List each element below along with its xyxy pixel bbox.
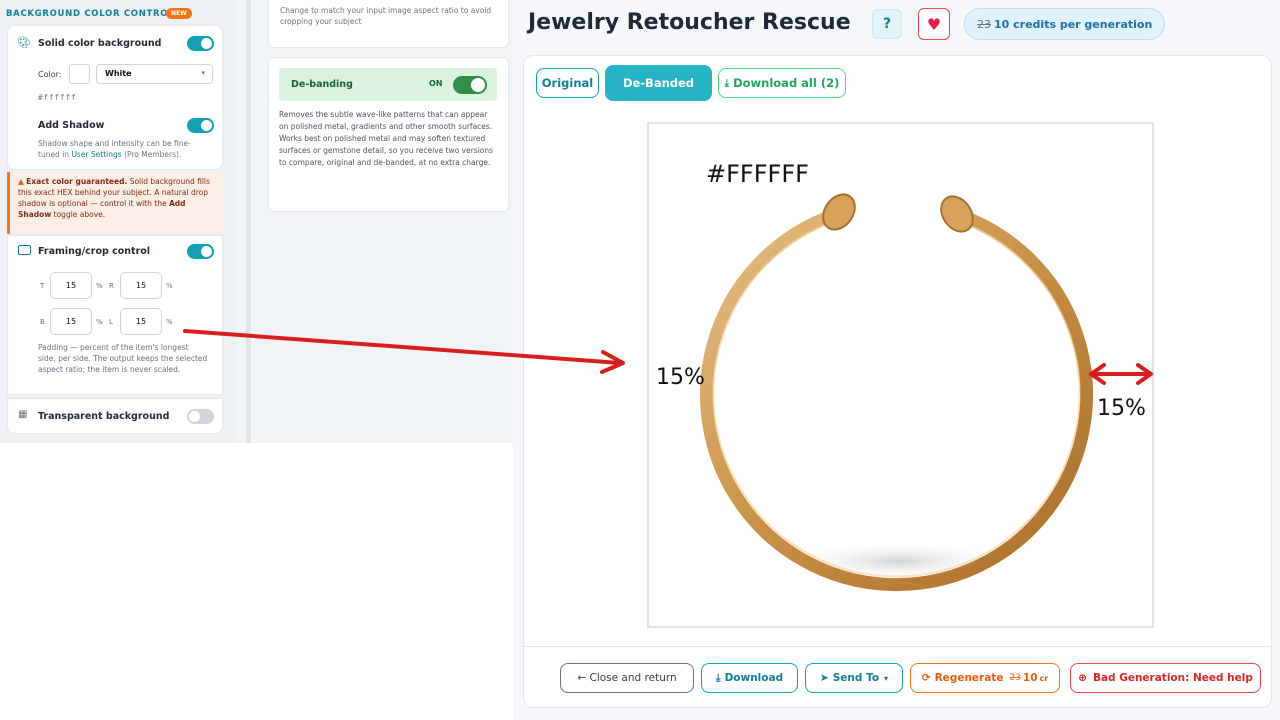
credits-old: 23 [977,17,991,31]
aspect-note: Change to match your input image aspect … [280,6,492,26]
heart-icon: ♥ [926,14,942,34]
bottom-unit: % [96,318,103,326]
shadow-desc-end: (Pro Members). [121,150,182,159]
refresh-icon: ⟳ [921,672,931,684]
download-label: Download [724,672,784,684]
palette-icon: 🎨︎ [17,36,31,49]
bottom-padding-input[interactable]: 15 [50,308,92,335]
framing-card: Framing/crop control T 15 % R 15 % B 15 … [7,235,223,395]
download-icon: ⤓ [715,671,721,684]
exact-color-warning: ▲ Exact color guaranteed. Solid backgrou… [7,172,223,234]
tab-debanded[interactable]: De-Banded [605,65,712,101]
aspect-note-card: Change to match your input image aspect … [268,0,509,48]
debanding-title: De-banding [291,79,353,90]
credits-badge: 23 10 credits per generation [964,8,1166,40]
transparent-toggle[interactable] [187,409,214,424]
hex-value: #ffffff [38,93,77,102]
grid-icon: ▦ [18,409,28,420]
framing-description: Padding — percent of the item's longest … [38,343,208,374]
send-to-label: Send To [832,672,880,684]
download-all-label: Download all (2) [733,76,840,90]
debanding-state: ON [429,79,443,88]
tab-original[interactable]: Original [536,68,599,98]
right-label: R [109,282,114,290]
left-padding-input[interactable]: 15 [120,308,162,335]
send-icon: ➤ [819,672,829,684]
add-shadow-toggle[interactable] [187,118,214,133]
debanding-card: De-banding ON Removes the subtle wave-li… [268,57,509,212]
color-select-value: White [105,69,132,78]
download-icon: ⤓ [724,77,730,89]
regen-unit: cr [1039,673,1049,683]
add-shadow-label: Add Shadow [38,120,105,131]
top-label: T [40,282,45,290]
right-padding-annotation: 15% [1097,396,1146,421]
download-button[interactable]: ⤓ Download [701,663,798,693]
warning-icon: ▲ [18,177,24,186]
transparent-label: Transparent background [38,411,170,422]
solid-color-card: 🎨︎ Solid color background Color: White ▾… [7,25,223,170]
regenerate-button[interactable]: ⟳ Regenerate 23 10 cr [910,663,1060,693]
solid-color-label: Solid color background [38,38,162,49]
lifebuoy-icon: ⊕ [1078,672,1087,684]
debanding-toggle[interactable] [453,76,487,94]
user-settings-link[interactable]: User Settings [71,150,121,159]
options-column: Change to match your input image aspect … [258,0,518,443]
close-return-button[interactable]: ← Close and return [560,663,694,693]
debanding-header: De-banding ON [279,68,497,101]
result-area: Jewelry Retoucher Rescue ? ♥ 23 10 credit… [513,0,1280,720]
color-select[interactable]: White ▾ [96,64,213,84]
shadow-description: Shadow shape and intensity can be fine- … [38,138,218,160]
left-padding-annotation: 15% [656,365,705,390]
left-label: L [109,318,113,326]
hex-annotation: #FFFFFF [706,160,809,188]
chevron-down-icon: ▾ [201,69,205,77]
shadow-desc-line-1: Shadow shape and intensity can be fine- [38,139,191,148]
ring-right-tip [940,195,974,233]
regen-new-credits: 10 [1022,672,1038,684]
bad-generation-button[interactable]: ⊕ Bad Generation: Need help [1070,663,1261,693]
bottom-label: B [40,318,45,326]
warning-strong: Exact color guaranteed. [26,177,128,186]
favorite-button[interactable]: ♥ [918,8,950,40]
result-image [647,122,1154,628]
result-panel: Original De-Banded ⤓ Download all (2) #F… [523,55,1272,708]
ring-image [700,193,1093,592]
settings-panel: BACKGROUND COLOR CONTROL NEW 🎨︎ Solid co… [0,0,236,443]
left-unit: % [166,318,173,326]
right-unit: % [166,282,173,290]
section-title: BACKGROUND COLOR CONTROL [6,9,175,19]
framing-label: Framing/crop control [38,246,151,257]
download-all-button[interactable]: ⤓ Download all (2) [718,68,846,98]
credits-text: 10 credits per generation [994,17,1153,31]
debanding-description: Removes the subtle wave-like patterns th… [279,110,494,167]
scrollbar[interactable] [246,0,251,443]
footer-divider [524,646,1271,647]
bad-generation-label: Bad Generation: Need help [1092,672,1253,684]
crop-icon [18,245,31,255]
help-button[interactable]: ? [872,9,902,39]
solid-color-toggle[interactable] [187,36,214,51]
framing-toggle[interactable] [187,244,214,259]
new-badge: NEW [166,8,192,19]
regenerate-label: Regenerate [934,672,1004,684]
color-swatch[interactable] [69,64,90,84]
color-label: Color: [38,70,62,79]
top-unit: % [96,282,103,290]
shadow-desc-line-2: tuned in [38,150,72,159]
send-to-button[interactable]: ➤ Send To ▾ [805,663,903,693]
transparent-card: ▦ Transparent background [7,398,223,434]
regen-old-credits: 23 [1009,673,1021,683]
page-title: Jewelry Retoucher Rescue [528,10,851,35]
chevron-down-icon: ▾ [884,673,889,683]
ring-left-tip [822,193,856,231]
right-padding-input[interactable]: 15 [120,272,162,299]
top-padding-input[interactable]: 15 [50,272,92,299]
ring-band-highlight [712,218,1081,578]
warning-text-2: toggle above. [51,210,106,219]
scroll-gutter [236,0,258,443]
